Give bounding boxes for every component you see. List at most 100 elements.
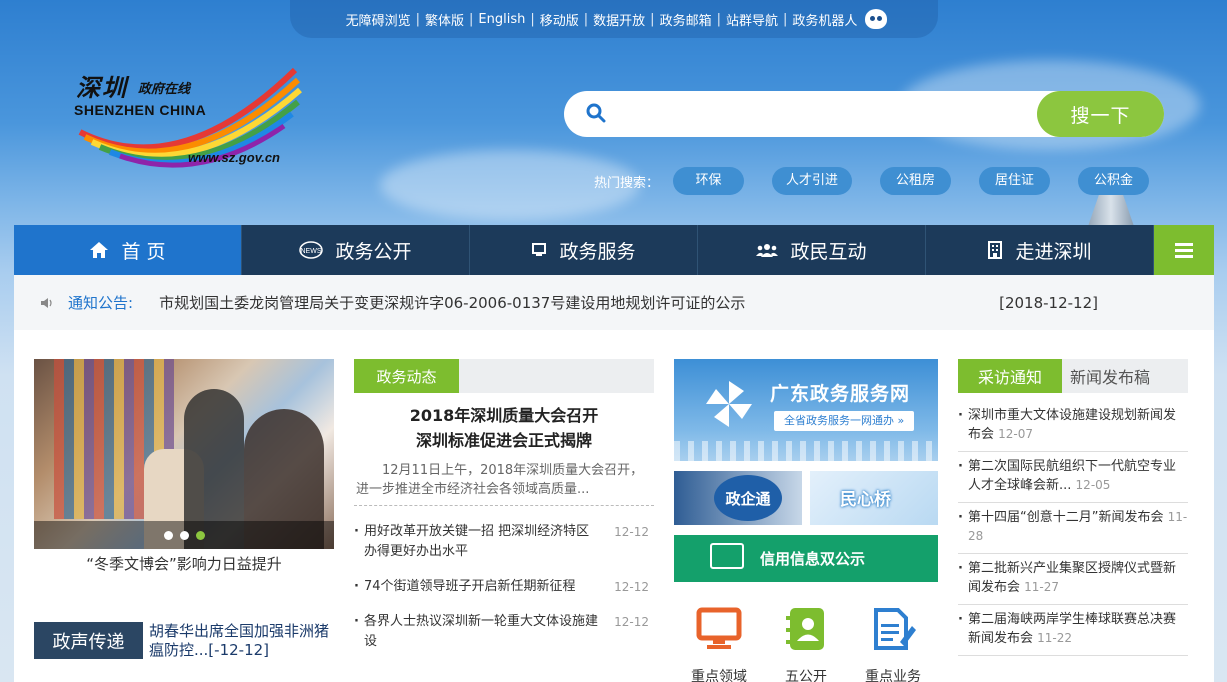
logo-text-en: SHENZHEN CHINA	[74, 102, 207, 118]
home-icon	[90, 242, 109, 258]
nav-gov-affairs-label: 政务公开	[335, 240, 412, 263]
notice-label[interactable]: 通知公告:	[68, 292, 133, 313]
nav-services[interactable]: 政务服务	[470, 225, 698, 275]
nav-home-label: 首 页	[121, 240, 166, 263]
slider-caption[interactable]: “冬季文博会”影响力日益提升	[34, 553, 334, 574]
main-nav: 首 页 NEWS 政务公开 政务服务 政民互动 走进深圳	[14, 225, 1214, 275]
news-column: 政务动态 2018年深圳质量大会召开 深圳标准促进会正式揭牌 12月11日上午，…	[354, 359, 654, 667]
hot-tag-housing[interactable]: 公租房	[880, 167, 952, 195]
hot-tag-env[interactable]: 环保	[673, 167, 745, 195]
five-public-label: 五公开	[785, 669, 827, 682]
tab-interview-notice[interactable]: 采访通知	[958, 359, 1062, 393]
notice-date: [2018-12-12]	[999, 293, 1098, 312]
news-title: 各界人士热议深圳新一轮重大文体设施建设	[364, 614, 599, 649]
news-title: 74个街道领导班子开启新任期新征程	[364, 579, 576, 594]
speaker-icon	[41, 297, 52, 308]
minxinqiao-banner[interactable]: 民心桥	[810, 471, 938, 525]
list-item[interactable]: 第二次国际民航组织下一代航空专业人才全球峰会新... 12-05	[958, 452, 1188, 503]
hot-tag-fund[interactable]: 公积金	[1078, 167, 1150, 195]
search-icon	[586, 103, 606, 123]
slider-dot[interactable]	[163, 530, 173, 540]
contact-book-icon	[786, 608, 824, 650]
interview-title: 第二批新兴产业集聚区授牌仪式暨新闻发布会	[968, 561, 1177, 595]
site-nav-link[interactable]: 站群导航	[721, 10, 783, 29]
english-link[interactable]: English	[473, 12, 530, 27]
search-button[interactable]: 搜一下	[1037, 91, 1164, 137]
notice-text[interactable]: 市规划国土委龙岗管理局关于变更深规许字06-2006-0137号建设用地规划许可…	[159, 292, 745, 313]
news-list: 用好改革开放关键一招 把深圳经济特区办得更好办出水平 12-12 74个街道领导…	[354, 522, 654, 652]
list-item[interactable]: 第十四届“创意十二月”新闻发布会 11-28	[958, 503, 1188, 554]
gov-voice-tag: 政声传递	[34, 622, 143, 659]
interview-title: 第十四届“创意十二月”新闻发布会	[968, 510, 1164, 525]
city-skyline	[674, 441, 938, 461]
accessibility-link[interactable]: 无障碍浏览	[341, 10, 416, 29]
logo-text-cn2: 政府在线	[138, 82, 191, 97]
logo-text-cn: 深圳	[76, 73, 128, 102]
nav-gov-affairs[interactable]: NEWS 政务公开	[242, 225, 470, 275]
interview-column: 采访通知 新闻发布稿 深圳市重大文体设施建设规划新闻发布会 12-07 第二次国…	[958, 359, 1188, 656]
open-data-link[interactable]: 数据开放	[588, 10, 650, 29]
news-tab-header: 政务动态	[354, 359, 654, 393]
hamburger-icon	[1175, 240, 1193, 261]
interview-list: 深圳市重大文体设施建设规划新闻发布会 12-07 第二次国际民航组织下一代航空专…	[958, 401, 1188, 656]
list-item[interactable]: 第二届海峡两岸学生棒球联赛总决赛新闻发布会 11-22	[958, 605, 1188, 656]
credit-info-banner[interactable]: 信用信息双公示	[674, 535, 938, 582]
svg-text:NEWS: NEWS	[301, 248, 322, 255]
nav-about[interactable]: 走进深圳	[926, 225, 1154, 275]
nav-services-label: 政务服务	[559, 240, 636, 263]
hot-search-label: 热门搜索：	[594, 175, 660, 191]
list-item[interactable]: 第二批新兴产业集聚区授牌仪式暨新闻发布会 11-27	[958, 554, 1188, 605]
hot-tag-talent[interactable]: 人才引进	[772, 167, 853, 195]
interview-tabs: 采访通知 新闻发布稿	[958, 359, 1188, 393]
nav-about-label: 走进深圳	[1015, 240, 1092, 263]
content-panel: 通知公告: 市规划国土委龙岗管理局关于变更深规许字06-2006-0137号建设…	[14, 275, 1214, 682]
key-areas-label: 重点领域	[691, 669, 747, 682]
gov-email-link[interactable]: 政务邮箱	[655, 10, 717, 29]
hot-tag-residence[interactable]: 居住证	[979, 167, 1051, 195]
gov-voice-text[interactable]: 胡春华出席全国加强非洲猪瘟防控...[-12-12]	[149, 622, 334, 662]
five-public-link[interactable]: 五公开	[771, 606, 841, 682]
gd-subtitle: 全省政务服务一网通办 »	[774, 411, 915, 431]
key-areas-link[interactable]: 重点领域	[684, 606, 754, 682]
key-business-link[interactable]: 重点业务	[858, 606, 928, 682]
search-input[interactable]	[620, 99, 1080, 129]
site-logo[interactable]: 深圳 政府在线 SHENZHEN CHINA www.sz.gov.cn	[70, 62, 305, 177]
document-edit-icon	[874, 608, 916, 650]
nav-home[interactable]: 首 页	[14, 225, 242, 275]
zqt-label: 政企通	[714, 475, 782, 521]
service-twin-row: 政企通 民心桥	[674, 471, 938, 525]
list-item[interactable]: 深圳市重大文体设施建设规划新闻发布会 12-07	[958, 401, 1188, 452]
news-date: 12-12	[614, 525, 649, 539]
headline[interactable]: 2018年深圳质量大会召开 深圳标准促进会正式揭牌	[354, 403, 654, 453]
headline-summary: 12月11日上午，2018年深圳质量大会召开，进一步推进全市经济社会各领域高质量…	[356, 463, 644, 497]
list-item[interactable]: 各界人士热议深圳新一轮重大文体设施建设 12-12	[354, 612, 654, 652]
notice-bar: 通知公告: 市规划国土委龙岗管理局关于变更深规许字06-2006-0137号建设…	[14, 275, 1214, 330]
service-column: 广东政务服务网 全省政务服务一网通办 » 政企通 民心桥 信用信息双公示 重点领…	[674, 359, 938, 682]
robot-icon[interactable]	[865, 9, 888, 29]
monitor-icon	[532, 243, 547, 256]
tab-gov-news[interactable]: 政务动态	[354, 359, 459, 393]
key-business-label: 重点业务	[865, 669, 921, 682]
slider-dot-active[interactable]	[195, 530, 205, 540]
divider	[354, 505, 654, 506]
mobile-link[interactable]: 移动版	[535, 10, 584, 29]
zhengqitong-banner[interactable]: 政企通	[674, 471, 802, 525]
top-links-bar: 无障碍浏览 | 繁体版 | English | 移动版 | 数据开放 | 政务邮箱 | 站群…	[290, 0, 938, 38]
list-item[interactable]: 74个街道领导班子开启新任期新征程 12-12	[354, 577, 654, 597]
monitor-icon	[696, 607, 742, 649]
slider-dot[interactable]	[179, 530, 189, 540]
list-item[interactable]: 用好改革开放关键一招 把深圳经济特区办得更好办出水平 12-12	[354, 522, 654, 562]
people-icon	[756, 244, 779, 257]
slider-dots	[34, 521, 334, 549]
photo-slider[interactable]	[34, 359, 334, 549]
interview-title: 第二次国际民航组织下一代航空专业人才全球峰会新...	[968, 459, 1177, 493]
nav-interaction[interactable]: 政民互动	[698, 225, 926, 275]
tab-press-release[interactable]: 新闻发布稿	[1062, 359, 1158, 393]
guangdong-service-banner[interactable]: 广东政务服务网 全省政务服务一网通办 »	[674, 359, 938, 461]
menu-button[interactable]	[1154, 225, 1214, 275]
interview-date: 11-27	[1024, 580, 1060, 594]
gov-robot-link[interactable]: 政务机器人	[787, 10, 862, 29]
news-date: 12-12	[614, 580, 649, 594]
headline-line-1: 2018年深圳质量大会召开	[409, 406, 599, 425]
traditional-chinese-link[interactable]: 繁体版	[420, 10, 469, 29]
